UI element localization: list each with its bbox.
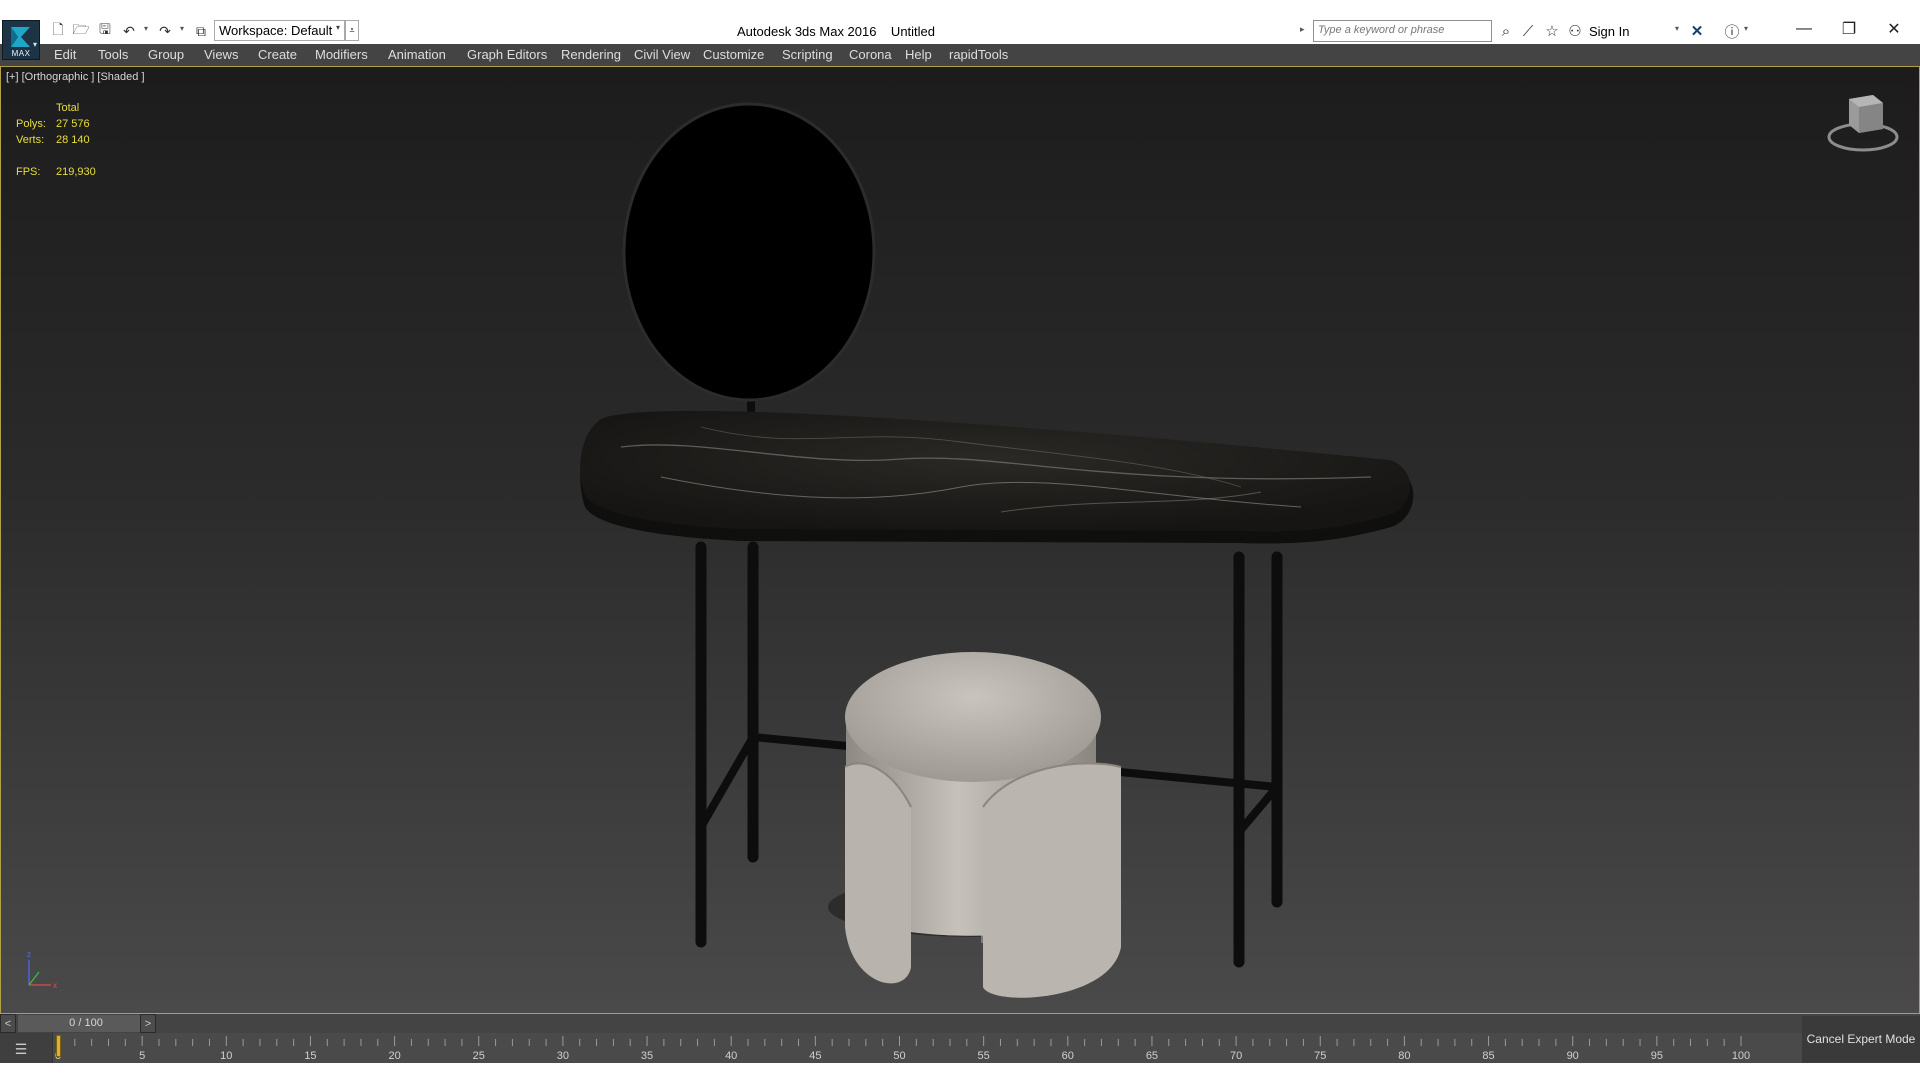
open-folder-icon[interactable]: 🗁 bbox=[71, 21, 91, 41]
track-tick-label: 35 bbox=[641, 1050, 653, 1062]
track-ticks: 0510152025303540455055606570758085909510… bbox=[55, 1036, 1750, 1062]
track-tick-label: 80 bbox=[1398, 1050, 1410, 1062]
redo-icon[interactable]: ↷ bbox=[155, 21, 175, 41]
track-tick-label: 5 bbox=[139, 1050, 145, 1062]
menu-customize[interactable]: Customize bbox=[703, 47, 764, 62]
save-icon[interactable]: 🖫 bbox=[95, 21, 115, 41]
chevron-down-icon: ▾ bbox=[335, 23, 340, 32]
svg-text:x: x bbox=[53, 981, 57, 990]
marble-tabletop bbox=[580, 410, 1414, 544]
viewcube-icon[interactable] bbox=[1827, 95, 1899, 152]
menu-group[interactable]: Group bbox=[148, 47, 184, 62]
menu-edit[interactable]: Edit bbox=[54, 47, 76, 62]
track-tick-label: 30 bbox=[557, 1050, 569, 1062]
help-icon[interactable]: ⓘ bbox=[1722, 21, 1742, 41]
user-icon: ⚇ bbox=[1568, 23, 1582, 40]
menu-civil-view[interactable]: Civil View bbox=[634, 47, 690, 62]
title-bar: ▾ MAX 🗋 🗁 🖫 ↶ ▾ ↷ ▾ ⧉ Workspace: Default… bbox=[0, 0, 1920, 60]
cancel-expert-mode-button[interactable]: Cancel Expert Mode bbox=[1802, 1016, 1920, 1062]
track-tick-label: 15 bbox=[304, 1050, 316, 1062]
track-bar[interactable]: 0510152025303540455055606570758085909510… bbox=[52, 1033, 1804, 1063]
status-bar-strip bbox=[0, 1063, 1920, 1080]
window-title: Autodesk 3ds Max 2016 Untitled bbox=[737, 24, 936, 39]
sign-in-link[interactable]: Sign In bbox=[1589, 24, 1629, 39]
redo-dropdown-icon[interactable]: ▾ bbox=[180, 24, 184, 33]
time-slider[interactable]: < 0 / 100 > bbox=[0, 1014, 1920, 1033]
menu-rapidtools[interactable]: rapidTools bbox=[949, 47, 1008, 62]
menu-views[interactable]: Views bbox=[204, 47, 238, 62]
undo-dropdown-icon[interactable]: ▾ bbox=[144, 24, 148, 33]
track-tick-label: 45 bbox=[809, 1050, 821, 1062]
track-tick-label: 75 bbox=[1314, 1050, 1326, 1062]
next-frame-button[interactable]: > bbox=[140, 1014, 156, 1033]
track-tick-label: 55 bbox=[978, 1050, 990, 1062]
mini-curve-editor-icon[interactable]: ☰ bbox=[8, 1039, 34, 1059]
upholstered-pouf bbox=[828, 652, 1122, 998]
svg-text:z: z bbox=[27, 950, 31, 959]
restore-icon[interactable]: ❐ bbox=[1829, 14, 1869, 44]
app-menu-button[interactable]: ▾ MAX bbox=[2, 20, 40, 60]
menu-animation[interactable]: Animation bbox=[388, 47, 446, 62]
menu-help[interactable]: Help bbox=[905, 47, 932, 62]
track-tick-label: 25 bbox=[473, 1050, 485, 1062]
track-tick-label: 50 bbox=[893, 1050, 905, 1062]
help-dropdown-icon[interactable]: ▾ bbox=[1744, 24, 1748, 33]
search-placeholder: Type a keyword or phrase bbox=[1318, 24, 1445, 36]
track-tick-label: 10 bbox=[220, 1050, 232, 1062]
search-input[interactable]: Type a keyword or phrase bbox=[1313, 20, 1492, 42]
track-tick-label: 90 bbox=[1567, 1050, 1579, 1062]
subscription-icon[interactable]: ⟋ bbox=[1518, 21, 1538, 41]
menu-create[interactable]: Create bbox=[258, 47, 297, 62]
3dsmax-logo-icon bbox=[11, 27, 30, 47]
menu-scripting[interactable]: Scripting bbox=[782, 47, 833, 62]
current-frame-marker[interactable] bbox=[56, 1035, 61, 1057]
undo-icon[interactable]: ↶ bbox=[119, 21, 139, 41]
axis-tripod-icon: z x bbox=[27, 950, 57, 990]
track-tick-label: 100 bbox=[1732, 1050, 1750, 1062]
binoculars-icon[interactable]: ⌕ bbox=[1496, 21, 1516, 41]
track-tick-label: 20 bbox=[388, 1050, 400, 1062]
search-expand-icon[interactable]: ▸ bbox=[1300, 24, 1305, 35]
workspace-value: Workspace: Default bbox=[219, 23, 333, 38]
time-slider-thumb[interactable]: 0 / 100 bbox=[18, 1015, 154, 1032]
exchange-apps-icon[interactable]: ✕ bbox=[1687, 21, 1707, 41]
close-icon[interactable]: ✕ bbox=[1874, 14, 1914, 44]
track-tick-label: 65 bbox=[1146, 1050, 1158, 1062]
star-icon[interactable]: ☆ bbox=[1542, 21, 1562, 41]
track-tick-label: 95 bbox=[1651, 1050, 1663, 1062]
new-file-icon[interactable]: 🗋 bbox=[48, 21, 68, 41]
perspective-viewport[interactable]: [+] [Orthographic ] [Shaded ] Total Poly… bbox=[0, 66, 1920, 1014]
menu-bar: Edit Tools Group Views Create Modifiers … bbox=[0, 44, 1920, 66]
track-tick-label: 40 bbox=[725, 1050, 737, 1062]
track-tick-label: 85 bbox=[1482, 1050, 1494, 1062]
logo-text: MAX bbox=[11, 49, 31, 58]
workspace-dropdown[interactable]: Workspace: Default ▾ bbox=[214, 20, 345, 41]
round-mirror bbox=[622, 102, 876, 417]
menu-graph-editors[interactable]: Graph Editors bbox=[467, 47, 547, 62]
sign-in-dropdown-icon[interactable]: ▾ bbox=[1675, 24, 1679, 33]
scene-render: z x bbox=[27, 95, 1899, 998]
menu-corona[interactable]: Corona bbox=[849, 47, 892, 62]
project-folder-icon[interactable]: ⧉ bbox=[191, 21, 211, 41]
prev-frame-button[interactable]: < bbox=[0, 1014, 16, 1033]
menu-tools[interactable]: Tools bbox=[98, 47, 128, 62]
track-bar-row: ☰ 05101520253035404550556065707580859095… bbox=[0, 1033, 1920, 1063]
quick-access-customize-button[interactable]: ⩡ bbox=[345, 20, 359, 41]
chevron-down-icon: ▾ bbox=[32, 40, 37, 49]
menu-rendering[interactable]: Rendering bbox=[561, 47, 621, 62]
track-tick-label: 60 bbox=[1062, 1050, 1074, 1062]
menu-modifiers[interactable]: Modifiers bbox=[315, 47, 368, 62]
track-tick-label: 70 bbox=[1230, 1050, 1242, 1062]
minimize-icon[interactable]: — bbox=[1784, 14, 1824, 44]
